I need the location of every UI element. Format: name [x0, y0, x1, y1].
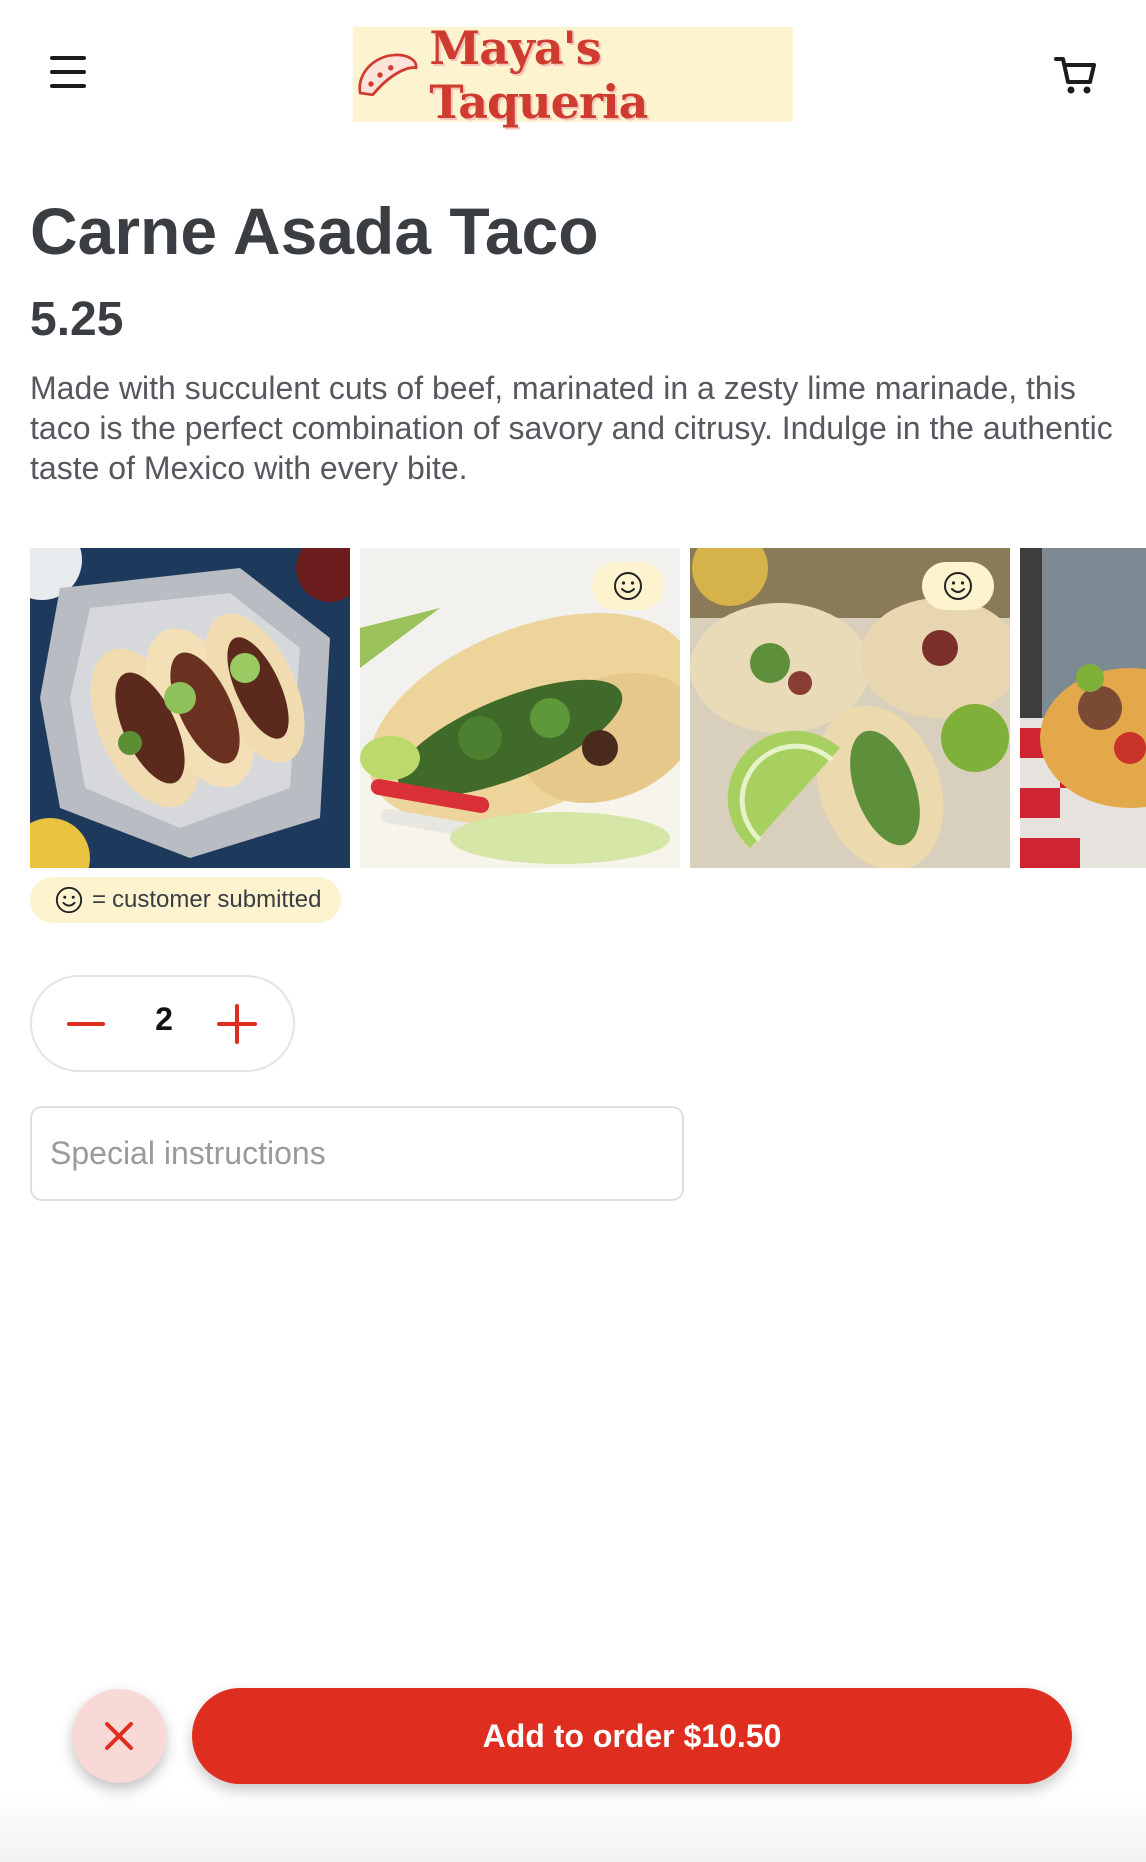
smiley-icon: [614, 572, 642, 600]
cart-icon[interactable]: [1052, 50, 1100, 98]
taco-icon: [358, 53, 418, 96]
plus-icon[interactable]: [210, 997, 264, 1051]
gallery-photo[interactable]: [690, 548, 1010, 868]
bottom-fade: [0, 1790, 1146, 1862]
item-description: Made with succulent cuts of beef, marina…: [30, 370, 1113, 486]
quantity-value: 2: [155, 1001, 173, 1037]
customer-submitted-badge: [922, 562, 994, 610]
close-button[interactable]: [72, 1689, 166, 1783]
item-title: Carne Asada Taco: [30, 194, 599, 268]
photo-gallery[interactable]: [30, 548, 1146, 868]
smiley-icon: [944, 572, 972, 600]
taco-on-red-tablecloth-photo: [1020, 548, 1146, 868]
gallery-photo[interactable]: [360, 548, 680, 868]
customer-submitted-badge: [592, 562, 664, 610]
customer-submitted-legend: = customer submitted: [30, 877, 342, 923]
logo-text: Maya's Taqueria: [429, 20, 648, 129]
gallery-photo[interactable]: [30, 548, 350, 868]
close-icon: [105, 1722, 133, 1750]
hamburger-menu-icon[interactable]: [44, 52, 94, 96]
legend-label: customer submitted: [112, 886, 322, 913]
tacos-on-foil-photo: [30, 548, 350, 868]
gallery-photo[interactable]: [1020, 548, 1146, 868]
item-price: 5.25: [30, 293, 124, 346]
smiley-icon: [55, 886, 83, 914]
minus-icon[interactable]: [59, 997, 113, 1051]
add-to-order-button[interactable]: Add to order $10.50: [192, 1688, 1072, 1784]
special-instructions-input[interactable]: [30, 1106, 684, 1201]
quantity-stepper: 2: [30, 975, 295, 1072]
legend-separator: =: [92, 886, 107, 913]
restaurant-logo[interactable]: Maya's Taqueria: [353, 21, 793, 129]
app-header: Maya's Taqueria: [0, 0, 1146, 140]
